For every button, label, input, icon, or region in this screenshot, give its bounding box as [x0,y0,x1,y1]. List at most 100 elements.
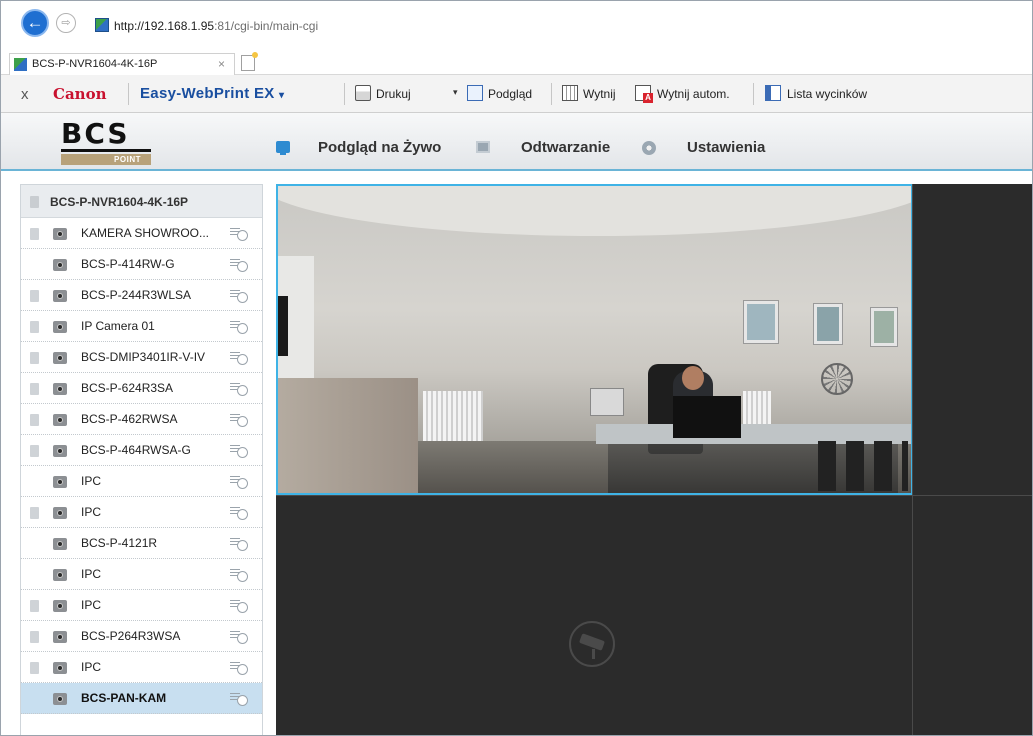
playback-icon[interactable] [230,351,248,365]
chevron-down-icon[interactable]: ▾ [453,87,458,98]
camera-icon [53,445,67,457]
toolbar-divider [344,83,345,105]
camera-label: IPC [81,474,102,488]
toolbar-divider [753,83,754,105]
camera-row[interactable]: BCS-P-462RWSA [21,404,262,435]
gear-icon [642,141,656,155]
camera-row[interactable]: BCS-P-624R3SA [21,373,262,404]
playback-icon[interactable] [230,289,248,303]
camera-label: IPC [81,598,102,612]
camera-row[interactable]: BCS-P-244R3WLSA [21,280,262,311]
no-video-camera-icon [569,621,615,667]
tab-nvr[interactable]: BCS-P-NVR1604-4K-16P × [9,53,235,75]
cut-icon[interactable] [562,85,578,101]
camera-label: BCS-P-244R3WLSA [81,288,192,302]
film-icon [476,141,490,153]
camera-icon [53,569,67,581]
record-status-icon [30,631,39,643]
menu-live-view[interactable]: Podgląd na Żywo [318,139,441,156]
record-status-icon [30,228,39,240]
video-tile-active[interactable] [276,184,913,495]
toolbar-close-icon[interactable]: x [21,86,29,103]
scene-monitor [673,396,741,438]
logo-text: BCS [61,117,130,150]
camera-label: IPC [81,660,102,674]
record-status-icon [30,352,39,364]
playback-icon[interactable] [230,444,248,458]
camera-icon [53,383,67,395]
print-icon[interactable] [355,85,371,101]
cut-button[interactable]: Wytnij [583,87,616,101]
easy-webprint-menu[interactable]: Easy-WebPrint EX ▾ [140,85,284,102]
playback-icon[interactable] [230,227,248,241]
camera-row[interactable]: BCS-P-4121R [21,528,262,559]
camera-row[interactable]: IPC [21,652,262,683]
back-arrow-icon[interactable]: ← [21,9,49,37]
new-tab-icon[interactable] [241,52,258,71]
device-name: BCS-P-NVR1604-4K-16P [50,195,189,209]
playback-icon[interactable] [230,413,248,427]
playback-icon[interactable] [230,630,248,644]
camera-icon [53,414,67,426]
preview-icon[interactable] [467,85,483,101]
canon-toolbar: x Canon Easy-WebPrint EX ▾ Drukuj ▾ Podg… [1,75,1032,113]
scene-laptop [590,388,624,416]
nvr-header: BCS POINT Podgląd na Żywo Odtwarzanie Us… [1,113,1032,171]
playback-icon[interactable] [230,568,248,582]
camera-sidebar: BCS-P-NVR1604-4K-16P KAMERA SHOWROO... BC… [20,184,263,735]
clip-list-button[interactable]: Lista wycinków [787,87,867,101]
menu-settings[interactable]: Ustawienia [687,139,765,156]
record-status-icon [30,383,39,395]
playback-icon[interactable] [230,692,248,706]
playback-icon[interactable] [230,475,248,489]
menu-playback[interactable]: Odtwarzanie [521,139,610,156]
url-field[interactable]: http://192.168.1.95:81/cgi-bin/main-cgi [114,19,318,33]
camera-label: IP Camera 01 [81,319,155,333]
auto-cut-icon[interactable] [635,85,653,103]
video-grid [276,184,1032,735]
playback-icon[interactable] [230,506,248,520]
camera-row[interactable]: KAMERA SHOWROO... [21,218,262,249]
toolbar-divider [551,83,552,105]
camera-row[interactable]: BCS-DMIP3401IR-V-IV [21,342,262,373]
camera-label: BCS-P-624R3SA [81,381,174,395]
record-status-icon [30,507,39,519]
camera-row[interactable]: IPC [21,466,262,497]
print-button[interactable]: Drukuj [376,87,411,101]
camera-label: IPC [81,505,102,519]
device-row[interactable]: BCS-P-NVR1604-4K-16P [21,185,262,218]
camera-row[interactable]: BCS-P-464RWSA-G [21,435,262,466]
camera-row[interactable]: IP Camera 01 [21,311,262,342]
camera-row[interactable]: IPC [21,559,262,590]
playback-icon[interactable] [230,258,248,272]
nvr-device-icon [30,196,39,208]
playback-icon[interactable] [230,661,248,675]
auto-cut-button[interactable]: Wytnij autom. [657,87,730,101]
camera-row[interactable]: IPC [21,497,262,528]
bcs-logo: BCS POINT [61,119,151,165]
playback-icon[interactable] [230,537,248,551]
scene-person-head [682,366,704,390]
tab-close-icon[interactable]: × [218,57,225,71]
record-status-icon [30,290,39,302]
camera-icon [53,538,67,550]
camera-icon [53,259,67,271]
scene-reception-desk [278,378,418,493]
browser-window: ← ⇨ http://192.168.1.95:81/cgi-bin/main-… [0,0,1033,736]
camera-row[interactable]: BCS-P-414RW-G [21,249,262,280]
playback-icon[interactable] [230,382,248,396]
playback-icon[interactable] [230,320,248,334]
camera-row[interactable]: BCS-P264R3WSA [21,621,262,652]
camera-label: BCS-P-4121R [81,536,158,550]
camera-row[interactable]: IPC [21,590,262,621]
playback-icon[interactable] [230,599,248,613]
forward-arrow-icon[interactable]: ⇨ [56,13,76,33]
clip-list-icon[interactable] [765,85,781,101]
camera-icon [53,321,67,333]
scene-sign [278,296,288,356]
url-path: :81/cgi-bin/main-cgi [214,19,319,33]
camera-row[interactable]: BCS-PAN-KAM [21,683,262,714]
preview-button[interactable]: Podgląd [488,87,532,101]
site-favicon-icon [95,18,109,32]
camera-icon [53,290,67,302]
